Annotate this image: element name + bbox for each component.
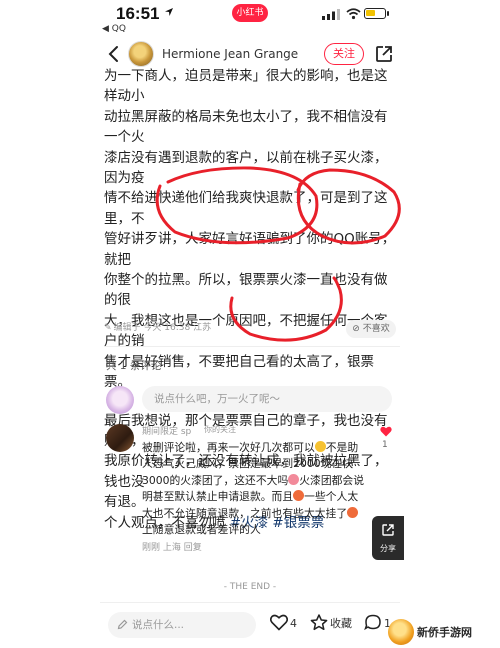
end-marker: - THE END - [223, 582, 277, 592]
edit-icon: ✎ [104, 323, 112, 333]
comment-input[interactable]: 说点什么吧，万一火了呢～ [142, 386, 392, 412]
star-outline-icon [310, 614, 328, 631]
body-line: 漆店没有遇到退款的客户，以前在桃子买火漆，因为疫 [104, 149, 388, 187]
comment-meta[interactable]: 刚刚 上海 回复 [142, 540, 202, 553]
emoji-icon [293, 490, 305, 502]
author-avatar[interactable] [128, 41, 154, 67]
heart-outline-icon [269, 614, 289, 631]
comment-count: 共 1 条评论 [106, 360, 162, 372]
body-line: 为一下商人，迫员是带来」很大的影响，也是这样动小 [104, 68, 388, 105]
body-line: 你整个的拉黑。所以，银票票火漆一直也没有做的很 [104, 272, 388, 309]
comment-text-part: 上随意退款或者差评的人 [142, 523, 261, 537]
pencil-icon [117, 619, 128, 630]
site-watermark: 新侨手游网 [388, 618, 498, 646]
emoji-icon [288, 473, 300, 485]
watermark-text: 新侨手游网 [417, 626, 472, 639]
comment-button[interactable]: 1 [364, 614, 391, 636]
emoji-icon [314, 441, 326, 452]
comment-like-count: 1 [382, 440, 388, 450]
author-name[interactable]: Hermione Jean Grange [162, 47, 298, 61]
wifi-icon [346, 8, 361, 20]
comment-text: 被删评论啦，再来一次好几次都可以 不是助人志气灭己威风，票团是最早到2000现在快… [142, 440, 368, 538]
signal-icon [322, 9, 340, 20]
share-label: 分享 [380, 544, 396, 553]
back-chevron-icon[interactable] [106, 44, 122, 64]
collect-button[interactable]: 收藏 [310, 614, 352, 636]
my-avatar [106, 386, 134, 414]
note-meta: ✎ 编辑于 今天 16:38 江苏 ⊘ 不喜欢 [104, 320, 400, 340]
body-line: 情不给进快递他们给我爽快退款了，可是到了这里，不 [104, 190, 388, 227]
floating-share-button[interactable]: 分享 [372, 516, 404, 560]
watermark-logo-icon [388, 619, 414, 645]
comment-bubble-icon [364, 614, 381, 631]
share-icon[interactable] [374, 44, 394, 64]
commenter-name[interactable]: 期间限定 sp [142, 424, 191, 437]
clock: 16:51 [116, 4, 160, 23]
status-bar: 16:51 ◀ QQ 小红书 [0, 0, 500, 36]
dislike-button[interactable]: ⊘ 不喜欢 [346, 320, 396, 338]
share-icon [382, 524, 394, 536]
battery-icon [364, 8, 389, 19]
body-line: 动拉黑屏蔽的格局未免也太小了，我不相信没有一个火 [104, 108, 388, 146]
bottom-input-placeholder: 说点什么... [132, 619, 185, 631]
heart-icon[interactable] [380, 426, 392, 437]
like-count: 4 [290, 617, 297, 630]
followed-badge: 你的关注 [204, 425, 236, 434]
follow-button[interactable]: 关注 [324, 43, 364, 65]
location-arrow-icon [165, 8, 173, 16]
divider [104, 346, 400, 347]
bottom-comment-input[interactable]: 说点什么... [108, 612, 256, 638]
dislike-icon: ⊘ [352, 324, 363, 334]
divider [100, 602, 400, 603]
comment-text-part: 被删评论啦，再来一次好几次都可以 [142, 441, 315, 454]
commenter-avatar[interactable] [106, 424, 134, 452]
back-to-app-link[interactable]: ◀ QQ [102, 24, 126, 34]
collect-label: 收藏 [330, 617, 352, 630]
body-line: 管好讲歹讲，人家好言好语骗到了你的QQ账号，就把 [104, 231, 396, 268]
dislike-label: 不喜欢 [362, 324, 390, 334]
edited-time: 编辑于 今天 16:38 江苏 [113, 323, 212, 333]
emoji-icon [347, 506, 359, 518]
app-badge: 小红书 [232, 4, 268, 22]
like-button[interactable]: 4 [269, 614, 297, 636]
